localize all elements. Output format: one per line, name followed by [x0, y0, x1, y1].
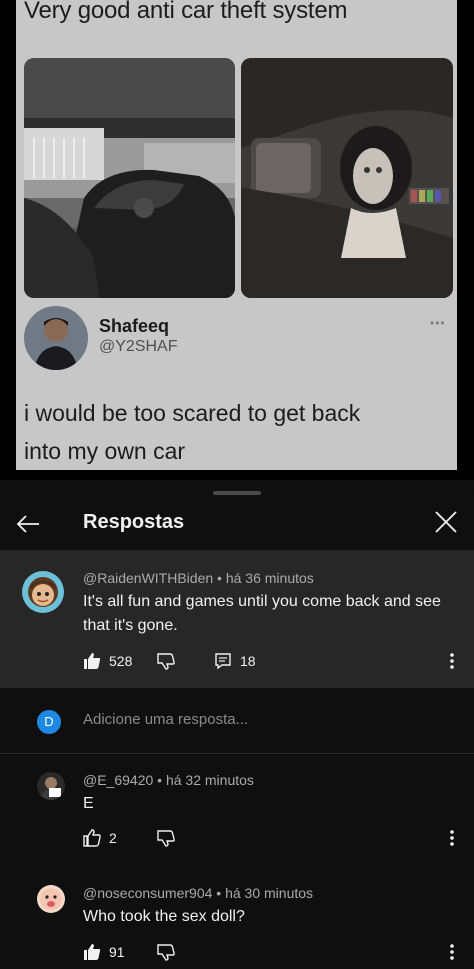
- replies-sheet: Respostas @RaidenWITHBiden • há 36 minut…: [0, 480, 474, 967]
- more-vert-icon: [450, 944, 454, 960]
- like-button[interactable]: 528: [83, 649, 132, 673]
- reply-count: 18: [240, 653, 256, 669]
- avatar[interactable]: [37, 772, 65, 800]
- comment-author[interactable]: @E_69420: [83, 772, 153, 788]
- meme-title: Very good anti car theft system: [24, 0, 348, 24]
- more-icon: •••: [430, 316, 446, 330]
- close-button[interactable]: [432, 508, 460, 536]
- thumbs-down-icon: [157, 830, 175, 847]
- dislike-button[interactable]: [157, 826, 175, 850]
- comment-meta: @noseconsumer904 • há 30 minutos: [83, 885, 314, 901]
- sheet-header: Respostas: [0, 502, 474, 550]
- comment-text: It's all fun and games until you come ba…: [83, 590, 463, 638]
- divider: [0, 753, 474, 754]
- tweet-text: i would be too scared to get back into m…: [24, 394, 444, 470]
- more-options-button[interactable]: [444, 649, 460, 673]
- dislike-button[interactable]: [157, 649, 175, 673]
- back-button[interactable]: [14, 510, 42, 538]
- comment-icon: [215, 653, 231, 670]
- drag-handle[interactable]: [213, 491, 261, 495]
- reply-input[interactable]: Adicione uma resposta...: [83, 711, 443, 728]
- comment-meta: @E_69420 • há 32 minutos: [83, 772, 254, 788]
- car-photo: [24, 58, 235, 298]
- avatar[interactable]: [37, 885, 65, 913]
- tweet-line: into my own car: [24, 438, 186, 464]
- avatar[interactable]: [22, 571, 64, 613]
- car-interior-photo: [241, 58, 453, 298]
- tweet-line: i would be too scared to get back: [24, 400, 361, 426]
- like-button[interactable]: 2: [83, 826, 117, 850]
- comment-text: E: [83, 795, 94, 812]
- profile-name: Shafeeq: [99, 316, 170, 336]
- close-icon: [435, 511, 457, 533]
- thumbs-up-icon: [83, 829, 101, 847]
- profile-avatar: [24, 306, 88, 370]
- thumbs-up-filled-icon: [84, 944, 101, 960]
- add-reply-bar: D Adicione uma resposta...: [0, 702, 474, 754]
- comment-time: há 32 minutos: [165, 772, 254, 788]
- thumbs-up-filled-icon: [84, 653, 101, 669]
- comment-time: há 30 minutos: [225, 885, 314, 901]
- comment-line: It's all fun and games until you come ba…: [83, 593, 441, 610]
- thumbs-down-icon: [157, 653, 175, 670]
- more-options-button[interactable]: [444, 826, 460, 850]
- like-count: 528: [109, 653, 133, 669]
- replies-button[interactable]: 18: [214, 649, 256, 673]
- arrow-left-icon: [16, 515, 39, 533]
- comment-meta: @RaidenWITHBiden • há 36 minutos: [83, 570, 314, 586]
- like-count: 91: [109, 944, 125, 960]
- dislike-button[interactable]: [157, 940, 175, 964]
- like-button[interactable]: 91: [83, 940, 125, 964]
- comment-line: that it's gone.: [83, 617, 178, 634]
- user-avatar: D: [37, 710, 61, 734]
- comment-author[interactable]: @RaidenWITHBiden: [83, 570, 213, 586]
- like-count: 2: [109, 830, 117, 846]
- comment-time: há 36 minutos: [225, 570, 314, 586]
- more-options-button[interactable]: [444, 940, 460, 964]
- comment-text: Who took the sex doll?: [83, 908, 245, 925]
- comment-author[interactable]: @noseconsumer904: [83, 885, 212, 901]
- meme-image: Very good anti car theft system Shafeeq …: [0, 0, 474, 480]
- profile-handle: @Y2SHAF: [99, 338, 178, 355]
- sheet-title: Respostas: [83, 511, 185, 533]
- more-vert-icon: [450, 830, 454, 846]
- thumbs-down-icon: [157, 944, 175, 961]
- root-comment: @RaidenWITHBiden • há 36 minutos It's al…: [0, 550, 474, 688]
- more-vert-icon: [450, 653, 454, 669]
